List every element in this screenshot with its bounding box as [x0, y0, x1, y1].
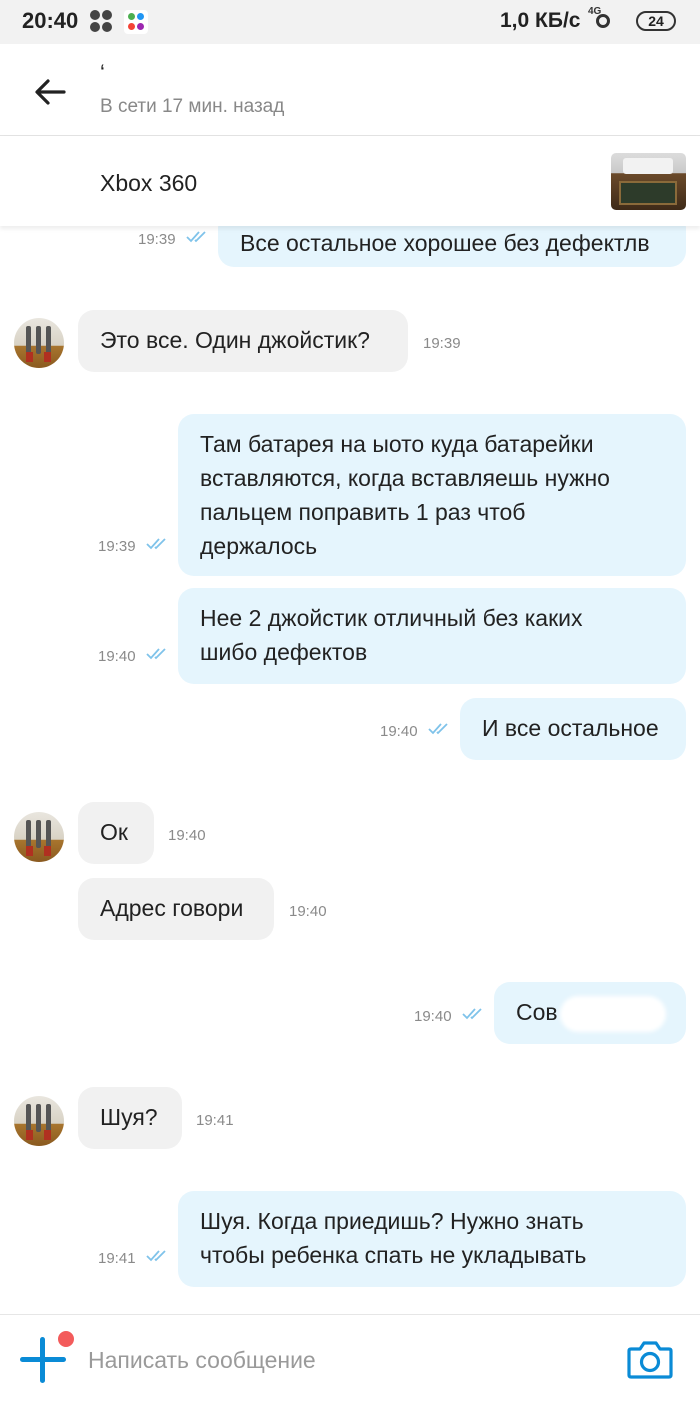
message-bubble[interactable]: Ок — [78, 802, 154, 864]
message-bubble[interactable]: Там батарея на ыото куда батарейки встав… — [178, 414, 686, 576]
read-checks-icon — [428, 723, 448, 735]
avatar[interactable] — [14, 1096, 64, 1146]
back-button[interactable] — [30, 72, 70, 112]
message-time: 19:41 — [98, 1250, 136, 1267]
message-time: 19:40 — [380, 723, 418, 740]
message-input[interactable] — [86, 1339, 590, 1381]
message-bubble[interactable]: Это все. Один джойстик? — [78, 310, 408, 372]
message-time: 19:39 — [98, 538, 136, 555]
network-speed: 1,0 КБ/с — [500, 9, 581, 32]
message-time: 19:40 — [289, 903, 327, 920]
message-time: 19:40 — [414, 1008, 452, 1025]
camera-button[interactable] — [626, 1337, 674, 1381]
message-time: 19:40 — [168, 827, 206, 844]
redacted-text — [560, 996, 666, 1032]
avatar[interactable] — [14, 318, 64, 368]
message-bubble[interactable]: Нее 2 джойстик отличный без каких шибо д… — [178, 588, 686, 684]
notification-dots-icon — [90, 10, 116, 34]
chat-header: ‘ В сети 17 мин. назад — [0, 44, 700, 136]
read-checks-icon — [186, 231, 206, 243]
message-bubble[interactable]: Шуя? — [78, 1087, 182, 1149]
message-bubble[interactable]: Адрес говори — [78, 878, 274, 940]
contact-name: ‘ — [100, 60, 105, 85]
listing-bar[interactable]: Xbox 360 — [0, 136, 700, 226]
listing-title[interactable]: Xbox 360 — [100, 170, 197, 197]
read-checks-icon — [462, 1008, 482, 1020]
message-bubble[interactable]: Шуя. Когда приедишь? Нужно знать чтобы р… — [178, 1191, 686, 1287]
read-checks-icon — [146, 1250, 166, 1262]
read-checks-icon — [146, 538, 166, 550]
app-notification-icon — [124, 10, 148, 34]
message-time: 19:39 — [138, 231, 176, 248]
avatar[interactable] — [14, 812, 64, 862]
notification-dot — [56, 1329, 76, 1349]
read-checks-icon — [146, 648, 166, 660]
arrow-left-icon — [35, 79, 66, 105]
message-time: 19:40 — [98, 648, 136, 665]
status-bar: 20:40 1,0 КБ/с 4G 24 — [0, 0, 700, 44]
contact-status: В сети 17 мин. назад — [100, 96, 285, 117]
message-composer — [0, 1314, 700, 1401]
battery-indicator: 24 — [636, 11, 676, 31]
listing-thumbnail[interactable] — [611, 153, 686, 210]
camera-icon — [627, 1341, 673, 1379]
message-time: 19:39 — [423, 335, 461, 352]
message-time: 19:41 — [196, 1112, 234, 1129]
status-time: 20:40 — [22, 8, 79, 33]
message-bubble[interactable]: И все остальное — [460, 698, 686, 760]
